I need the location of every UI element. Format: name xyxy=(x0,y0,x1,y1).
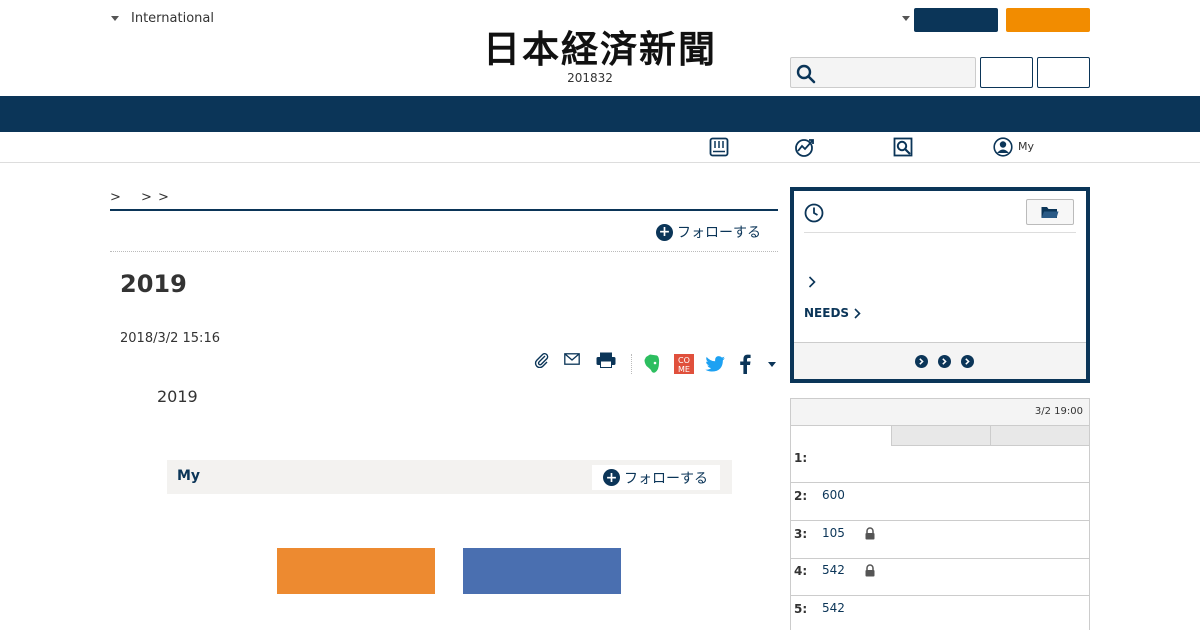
sub-nav: My xyxy=(0,132,1200,163)
arrow-circle-icon[interactable] xyxy=(961,355,974,368)
folder-button[interactable] xyxy=(1026,199,1074,225)
market-chart-icon[interactable] xyxy=(794,137,816,157)
history-panel: NEEDS xyxy=(790,187,1090,383)
folder-icon xyxy=(1041,207,1059,218)
twitter-icon[interactable] xyxy=(705,356,726,373)
header-button-2[interactable] xyxy=(1037,57,1090,88)
article-title: 2019 xyxy=(120,270,187,298)
share-toolbar: CO ME xyxy=(530,350,780,378)
caret-down-icon xyxy=(111,16,119,21)
ranking-row[interactable]: 5: 542 xyxy=(791,597,1089,630)
search-icon xyxy=(796,64,816,84)
search-page-icon[interactable] xyxy=(893,137,913,157)
clock-icon xyxy=(804,203,824,223)
edition-label: International xyxy=(131,11,214,26)
ranking-tab-2[interactable] xyxy=(891,426,990,446)
clip-icon[interactable] xyxy=(534,352,550,368)
search-input[interactable] xyxy=(790,57,976,88)
print-icon[interactable] xyxy=(596,352,616,368)
follow-label: フォローする xyxy=(677,225,761,241)
nikkei-logo[interactable]: 日本経済新聞 xyxy=(452,26,748,68)
ranking-row[interactable]: 2: 600 xyxy=(791,484,1089,521)
lock-icon xyxy=(865,564,875,577)
main-nav-bar xyxy=(0,96,1200,132)
ranking-updated-time: 3/2 19:00 xyxy=(1034,406,1083,417)
breadcrumb-divider xyxy=(110,209,778,211)
site-header: International 日本経済新聞 201832 xyxy=(0,0,1200,96)
user-icon[interactable] xyxy=(993,137,1013,157)
rank-title: 105 xyxy=(822,526,845,540)
rank-title: 542 xyxy=(822,563,845,577)
rank-number: 1: xyxy=(794,451,808,465)
promo-banner-orange[interactable] xyxy=(277,548,435,594)
ranking-tab-3[interactable] xyxy=(990,426,1089,446)
chevron-right-icon xyxy=(854,307,861,319)
comment-icon[interactable]: CO ME xyxy=(674,354,694,374)
needs-label: NEEDS xyxy=(804,306,850,320)
header-button-1[interactable] xyxy=(980,57,1033,88)
rank-title: 542 xyxy=(822,601,845,615)
lock-icon xyxy=(865,527,875,540)
ranking-row[interactable]: 4: 542 xyxy=(791,559,1089,596)
share-divider xyxy=(631,354,632,374)
caret-down-icon[interactable] xyxy=(902,16,910,21)
facebook-icon[interactable] xyxy=(739,354,751,374)
ranking-box: 3/2 19:00 1: 2: 600 3: 105 4: 542 5: 542 xyxy=(790,398,1090,630)
edition-selector[interactable]: International xyxy=(111,11,214,26)
issue-number: 201832 xyxy=(567,71,613,85)
follow-box-label: My xyxy=(177,468,201,484)
chevron-right-icon[interactable] xyxy=(808,276,816,288)
rank-number: 5: xyxy=(794,602,808,616)
rank-number: 4: xyxy=(794,564,808,578)
subscribe-button[interactable] xyxy=(1006,8,1090,32)
follow-button[interactable]: + フォローする xyxy=(656,222,761,242)
ranking-header: 3/2 19:00 xyxy=(791,399,1089,426)
rank-number: 3: xyxy=(794,527,808,541)
evernote-icon[interactable] xyxy=(643,354,661,374)
ranking-row[interactable]: 1: xyxy=(791,446,1089,483)
ranking-tabs xyxy=(791,426,1089,446)
article-lead: 2019 xyxy=(157,387,198,406)
panel-divider xyxy=(804,232,1076,233)
login-button[interactable] xyxy=(914,8,998,32)
svg-text:CO: CO xyxy=(678,356,690,365)
ranking-row[interactable]: 3: 105 xyxy=(791,522,1089,559)
plus-icon: + xyxy=(603,469,620,486)
svg-text:ME: ME xyxy=(678,365,690,374)
needs-link[interactable]: NEEDS xyxy=(804,306,861,320)
breadcrumb[interactable]: > > > xyxy=(110,186,170,205)
ranking-tab-1[interactable] xyxy=(791,426,891,446)
follow-label: フォローする xyxy=(624,470,708,487)
logo-text: 日本経済新聞 xyxy=(483,27,717,68)
arrow-circle-icon[interactable] xyxy=(915,355,928,368)
plus-icon: + xyxy=(656,223,673,241)
article-date: 2018/3/2 15:16 xyxy=(120,331,220,346)
my-page-link[interactable]: My xyxy=(1018,140,1034,153)
follow-topic-box: My + フォローする xyxy=(167,460,732,494)
panel-footer xyxy=(794,342,1086,379)
more-caret-icon[interactable] xyxy=(768,362,776,367)
paper-viewer-icon[interactable] xyxy=(709,137,729,157)
rank-title: 600 xyxy=(822,488,845,502)
rank-number: 2: xyxy=(794,489,808,503)
promo-banner-blue[interactable] xyxy=(463,548,621,594)
follow-button[interactable]: + フォローする xyxy=(592,465,720,490)
divider xyxy=(110,251,778,252)
mail-icon[interactable] xyxy=(564,353,580,365)
arrow-circle-icon[interactable] xyxy=(938,355,951,368)
